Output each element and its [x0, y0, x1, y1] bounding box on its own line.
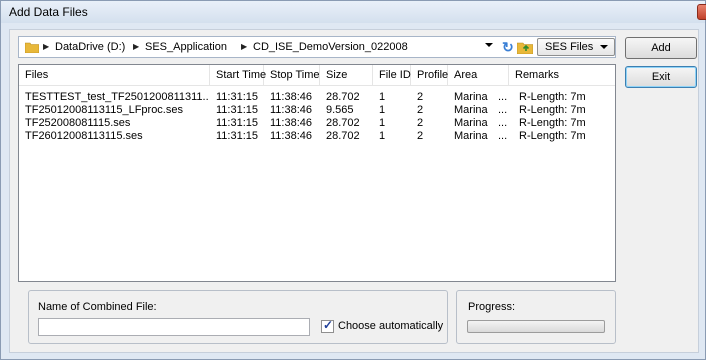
cell-stop-time: 11:38:46	[270, 91, 313, 103]
address-bar[interactable]: ▶ DataDrive (D:) ▶ SES_Application ▶ CD_…	[18, 36, 616, 58]
cell-remarks: R-Length: 7m	[519, 117, 586, 129]
close-button[interactable]	[697, 4, 706, 20]
cell-size: 28.702	[326, 117, 360, 129]
cell-area-more[interactable]: ...	[498, 117, 507, 129]
cell-area: Marina	[454, 104, 488, 116]
cell-remarks: R-Length: 7m	[519, 91, 586, 103]
chevron-down-icon	[600, 45, 608, 49]
cell-file: TF252008081115.ses	[25, 117, 131, 129]
choose-automatically-label[interactable]: Choose automatically	[338, 320, 443, 332]
column-header-profile[interactable]: Profile	[411, 65, 448, 86]
cell-area-more[interactable]: ...	[498, 91, 507, 103]
folder-icon	[25, 42, 39, 53]
cell-file: TF25012008113115_LFproc.ses	[25, 104, 183, 116]
title-bar[interactable]: Add Data Files	[1, 1, 706, 23]
list-header: Files Start Time Stop Time Size File ID …	[19, 65, 615, 86]
cell-area: Marina	[454, 130, 488, 142]
cell-size: 9.565	[326, 104, 354, 116]
exit-button[interactable]: Exit	[625, 66, 697, 88]
breadcrumb-separator-icon: ▶	[241, 42, 248, 51]
table-row[interactable]: TESTTEST_test_TF2501200811311... 11:31:1…	[19, 91, 615, 103]
progress-group	[456, 290, 616, 344]
cell-area: Marina	[454, 117, 488, 129]
cell-file-id: 1	[379, 91, 386, 103]
cell-size: 28.702	[326, 91, 360, 103]
breadcrumb-separator-icon: ▶	[133, 42, 140, 51]
cell-stop-time: 11:38:46	[270, 104, 313, 116]
breadcrumb-drive[interactable]: DataDrive (D:)	[55, 41, 125, 53]
file-list[interactable]: Files Start Time Stop Time Size File ID …	[18, 64, 616, 282]
table-row[interactable]: TF26012008113115.ses 11:31:15 11:38:46 2…	[19, 130, 615, 142]
cell-area-more[interactable]: ...	[498, 130, 507, 142]
window-title: Add Data Files	[9, 5, 88, 19]
checkmark-icon: ✓	[323, 318, 334, 332]
progress-label: Progress:	[468, 301, 516, 313]
column-header-start-time[interactable]: Start Time	[210, 65, 266, 86]
column-header-size[interactable]: Size	[320, 65, 373, 86]
combined-file-name-input[interactable]	[38, 318, 310, 336]
cell-profile: 2	[417, 91, 424, 103]
file-type-select[interactable]: SES Files	[537, 38, 615, 56]
cell-file: TESTTEST_test_TF2501200811311...	[25, 91, 209, 103]
cell-area-more[interactable]: ...	[498, 104, 507, 116]
file-type-value: SES Files	[545, 41, 594, 53]
cell-area: Marina	[454, 91, 488, 103]
breadcrumb-folder-demo[interactable]: CD_ISE_DemoVersion_022008	[253, 41, 408, 53]
cell-profile: 2	[417, 130, 424, 142]
breadcrumb-folder-application[interactable]: SES_Application	[145, 41, 227, 53]
column-header-stop-time[interactable]: Stop Time	[264, 65, 320, 86]
cell-start-time: 11:31:15	[216, 104, 259, 116]
column-header-files[interactable]: Files	[19, 65, 210, 86]
column-header-area[interactable]: Area	[448, 65, 509, 86]
combined-file-label: Name of Combined File:	[38, 301, 157, 313]
cell-start-time: 11:31:15	[216, 130, 259, 142]
cell-file-id: 1	[379, 130, 386, 142]
address-dropdown-icon[interactable]	[485, 43, 493, 47]
table-row[interactable]: TF252008081115.ses 11:31:15 11:38:46 28.…	[19, 117, 615, 129]
cell-stop-time: 11:38:46	[270, 130, 313, 142]
cell-start-time: 11:31:15	[216, 117, 259, 129]
folder-up-icon[interactable]	[517, 40, 533, 54]
cell-profile: 2	[417, 104, 424, 116]
cell-file-id: 1	[379, 104, 386, 116]
progress-bar	[467, 320, 605, 333]
choose-automatically-checkbox[interactable]: ✓	[321, 318, 334, 333]
refresh-icon[interactable]: ↻	[502, 39, 514, 56]
column-header-file-id[interactable]: File ID	[373, 65, 411, 86]
cell-start-time: 11:31:15	[216, 91, 259, 103]
cell-remarks: R-Length: 7m	[519, 104, 586, 116]
column-header-remarks[interactable]: Remarks	[509, 65, 615, 86]
breadcrumb-separator-icon: ▶	[43, 42, 50, 51]
add-button[interactable]: Add	[625, 37, 697, 59]
cell-file: TF26012008113115.ses	[25, 130, 143, 142]
table-row[interactable]: TF25012008113115_LFproc.ses 11:31:15 11:…	[19, 104, 615, 116]
cell-stop-time: 11:38:46	[270, 117, 313, 129]
cell-remarks: R-Length: 7m	[519, 130, 586, 142]
cell-profile: 2	[417, 117, 424, 129]
cell-file-id: 1	[379, 117, 386, 129]
cell-size: 28.702	[326, 130, 360, 142]
